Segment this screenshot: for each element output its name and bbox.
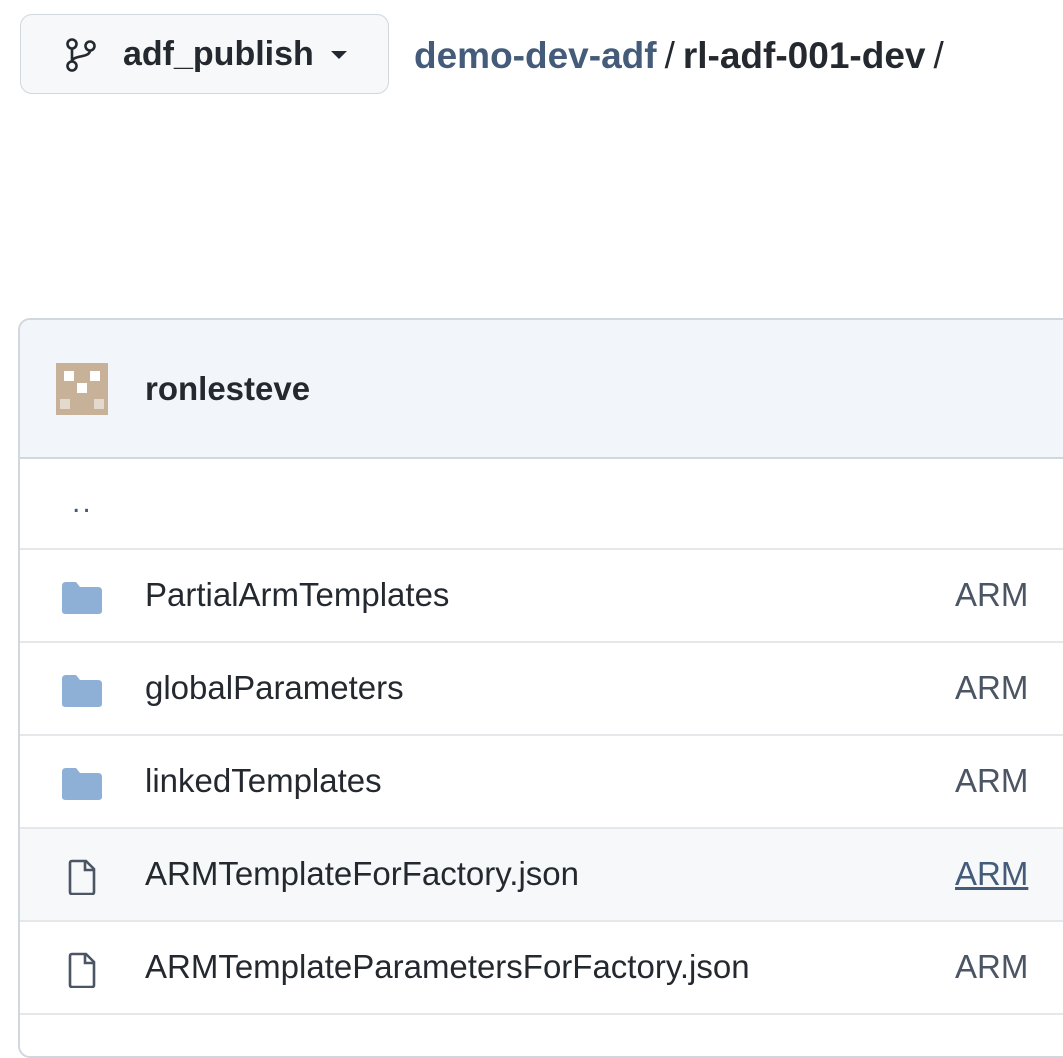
parent-directory-link[interactable]: ..: [72, 485, 93, 521]
folder-icon: [62, 768, 102, 800]
table-row[interactable]: PartialArmTemplates ARM: [20, 550, 1063, 643]
table-row[interactable]: ARMTemplateParametersForFactory.json ARM: [20, 922, 1063, 1015]
file-name[interactable]: PartialArmTemplates: [145, 573, 449, 617]
file-name[interactable]: ARMTemplateParametersForFactory.json: [145, 945, 750, 989]
commit-message[interactable]: ARM: [955, 852, 1028, 896]
parent-directory-row[interactable]: ..: [20, 457, 1063, 550]
table-row[interactable]: ARMTemplateForFactory.json ARM: [20, 829, 1063, 922]
commit-message[interactable]: ARM: [955, 666, 1028, 710]
latest-commit-header: ronlesteve: [20, 320, 1063, 459]
breadcrumb-current-folder: rl-adf-001-dev: [682, 35, 926, 76]
table-row[interactable]: linkedTemplates ARM: [20, 736, 1063, 829]
breadcrumb: demo-dev-adf / rl-adf-001-dev /: [414, 32, 952, 80]
breadcrumb-repo-link[interactable]: demo-dev-adf: [414, 32, 657, 80]
caret-down-icon: [331, 51, 347, 59]
file-name[interactable]: globalParameters: [145, 666, 404, 710]
folder-icon: [62, 675, 102, 707]
table-row[interactable]: globalParameters ARM: [20, 643, 1063, 736]
commit-message[interactable]: ARM: [955, 759, 1028, 803]
file-list: ronlesteve .. PartialArmTemplates ARM gl…: [18, 318, 1063, 1058]
breadcrumb-separator: /: [933, 35, 944, 76]
commit-author[interactable]: ronlesteve: [145, 368, 310, 410]
file-name[interactable]: ARMTemplateForFactory.json: [145, 852, 579, 896]
file-icon: [68, 859, 96, 895]
file-icon: [68, 952, 96, 988]
commit-message[interactable]: ARM: [955, 945, 1028, 989]
folder-icon: [62, 582, 102, 614]
commit-message[interactable]: ARM: [955, 573, 1028, 617]
branch-name: adf_publish: [123, 35, 314, 73]
git-branch-icon: [66, 38, 96, 72]
file-name[interactable]: linkedTemplates: [145, 759, 382, 803]
avatar[interactable]: [56, 363, 108, 415]
breadcrumb-separator: /: [664, 35, 675, 76]
branch-selector-button[interactable]: adf_publish: [20, 14, 389, 94]
